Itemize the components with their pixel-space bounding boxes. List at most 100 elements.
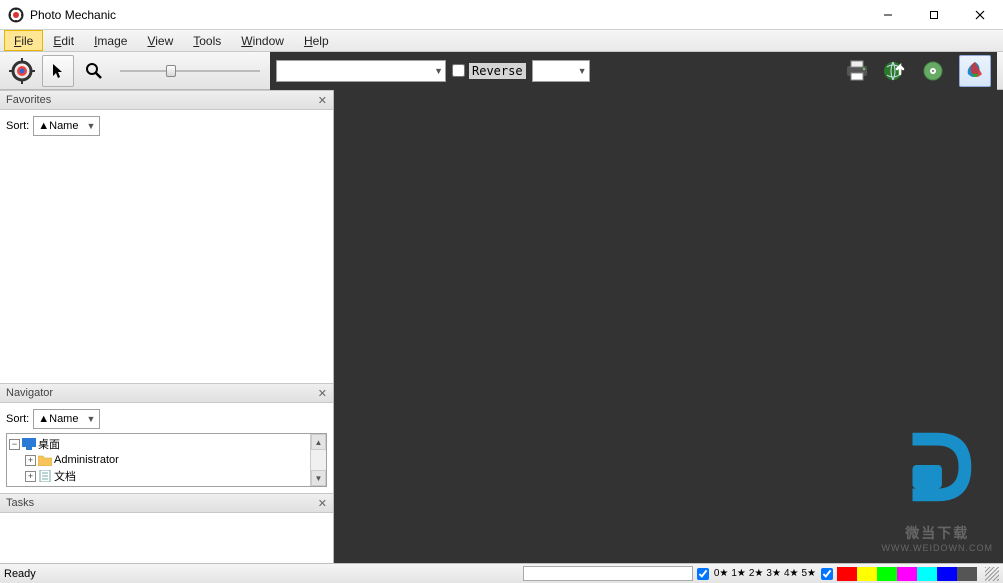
color-swatch-blue[interactable] [937, 567, 957, 581]
document-icon [38, 470, 52, 482]
color-swatch-yellow[interactable] [857, 567, 877, 581]
magnifier-icon [85, 62, 103, 80]
menu-edit[interactable]: Edit [43, 30, 84, 51]
chevron-down-icon: ▼ [86, 121, 95, 131]
favorites-title: Favorites [6, 94, 51, 106]
window-title: Photo Mechanic [30, 8, 865, 22]
tree-expand-icon[interactable]: + [25, 455, 36, 466]
watermark-text: 微当下载 [882, 523, 993, 543]
navigator-sort-value: ▲Name [38, 413, 78, 425]
tasks-panel-header[interactable]: Tasks ✕ [0, 493, 333, 513]
favorites-sort-label: Sort: [6, 120, 29, 132]
favorites-sort-value: ▲Name [38, 120, 78, 132]
burn-disc-button[interactable] [917, 55, 949, 87]
printer-icon [844, 60, 870, 82]
app-icon [8, 7, 24, 23]
titlebar: Photo Mechanic [0, 0, 1003, 30]
tree-scrollbar[interactable]: ▲ ▼ [310, 434, 326, 486]
color-swatch-green[interactable] [877, 567, 897, 581]
color-filter [837, 567, 977, 581]
close-icon[interactable]: ✕ [318, 497, 327, 510]
folder-icon [38, 454, 52, 466]
window-controls [865, 0, 1003, 30]
tree-label: 桌面 [38, 436, 60, 452]
maximize-button[interactable] [911, 0, 957, 30]
navigator-tree[interactable]: − 桌面 + Administrator + 文档 [6, 433, 327, 487]
status-search-input[interactable] [523, 566, 693, 581]
print-button[interactable] [841, 55, 873, 87]
tree-label: Administrator [54, 454, 119, 466]
cursor-icon [50, 63, 66, 79]
status-text: Ready [4, 568, 44, 580]
toolbar: ▼ Reverse ▼ [0, 52, 1003, 90]
chevron-down-icon: ▼ [578, 66, 587, 76]
rating-1[interactable]: 1★ [730, 568, 747, 579]
minimize-button[interactable] [865, 0, 911, 30]
reverse-label: Reverse [469, 63, 526, 79]
color-swatch-red[interactable] [837, 567, 857, 581]
reverse-checkbox[interactable] [452, 64, 465, 77]
statusbar: Ready 0★ 1★ 2★ 3★ 4★ 5★ [0, 563, 1003, 583]
color-swirl-icon [964, 60, 986, 82]
disc-icon [922, 60, 944, 82]
navigator-panel-header[interactable]: Navigator ✕ [0, 383, 333, 403]
tree-expand-icon[interactable]: + [25, 471, 36, 482]
menu-window[interactable]: Window [231, 30, 294, 51]
menu-file[interactable]: File [4, 30, 43, 51]
reverse-toggle[interactable]: Reverse [452, 63, 526, 79]
desktop-icon [22, 438, 36, 450]
menu-tools[interactable]: Tools [183, 30, 231, 51]
resize-grip[interactable] [985, 567, 999, 581]
close-icon[interactable]: ✕ [318, 94, 327, 107]
color-swatch-cyan[interactable] [917, 567, 937, 581]
menubar: File Edit Image View Tools Window Help [0, 30, 1003, 52]
menu-image[interactable]: Image [84, 30, 137, 51]
rating-filter-checkbox[interactable] [697, 568, 709, 580]
scroll-up-icon[interactable]: ▲ [311, 434, 326, 450]
tree-row-desktop[interactable]: − 桌面 [9, 436, 324, 452]
tasks-body [0, 513, 333, 563]
navigator-sort-select[interactable]: ▲Name ▼ [33, 409, 100, 429]
rating-5[interactable]: 5★ [800, 568, 817, 579]
color-swatch-magenta[interactable] [897, 567, 917, 581]
tree-row-admin[interactable]: + Administrator [9, 452, 324, 468]
tree-label: 文档 [54, 468, 76, 484]
watermark-url: WWW.WEIDOWN.COM [882, 543, 993, 553]
menu-help[interactable]: Help [294, 30, 339, 51]
rating-3[interactable]: 3★ [765, 568, 782, 579]
navigator-sort-label: Sort: [6, 413, 29, 425]
favorites-panel-header[interactable]: Favorites ✕ [0, 90, 333, 110]
menu-view[interactable]: View [137, 30, 183, 51]
chevron-down-icon: ▼ [434, 66, 443, 76]
chevron-down-icon: ▼ [86, 414, 95, 424]
tree-row-docs[interactable]: + 文档 [9, 468, 324, 484]
close-icon[interactable]: ✕ [318, 387, 327, 400]
color-tool-button[interactable] [959, 55, 991, 87]
tasks-title: Tasks [6, 497, 34, 509]
close-button[interactable] [957, 0, 1003, 30]
navigator-title: Navigator [6, 387, 53, 399]
tree-collapse-icon[interactable]: − [9, 439, 20, 450]
rating-2[interactable]: 2★ [748, 568, 765, 579]
watermark: 微当下载 WWW.WEIDOWN.COM [882, 418, 993, 553]
globe-upload-icon [883, 59, 907, 83]
scroll-down-icon[interactable]: ▼ [311, 470, 326, 486]
color-filter-checkbox[interactable] [821, 568, 833, 580]
rating-filter[interactable]: 0★ 1★ 2★ 3★ 4★ 5★ [713, 568, 817, 579]
preferences-button[interactable] [6, 55, 38, 87]
color-swatch-gray[interactable] [957, 567, 977, 581]
rating-0[interactable]: 0★ [713, 568, 730, 579]
gear-lens-icon [9, 58, 35, 84]
watermark-logo-icon [888, 418, 986, 516]
filter-combo[interactable]: ▼ [276, 60, 446, 82]
left-sidebar: Favorites ✕ Sort: ▲Name ▼ Navigator ✕ [0, 90, 334, 563]
rating-4[interactable]: 4★ [783, 568, 800, 579]
upload-button[interactable] [879, 55, 911, 87]
toolbar-right-section: ▼ Reverse ▼ [270, 52, 997, 90]
thumbnail-size-slider[interactable] [120, 61, 260, 81]
favorites-sort-select[interactable]: ▲Name ▼ [33, 116, 100, 136]
main-viewer[interactable]: 微当下载 WWW.WEIDOWN.COM [334, 90, 1003, 563]
pointer-tool-button[interactable] [42, 55, 74, 87]
sort-direction-combo[interactable]: ▼ [532, 60, 590, 82]
zoom-tool-button[interactable] [78, 55, 110, 87]
